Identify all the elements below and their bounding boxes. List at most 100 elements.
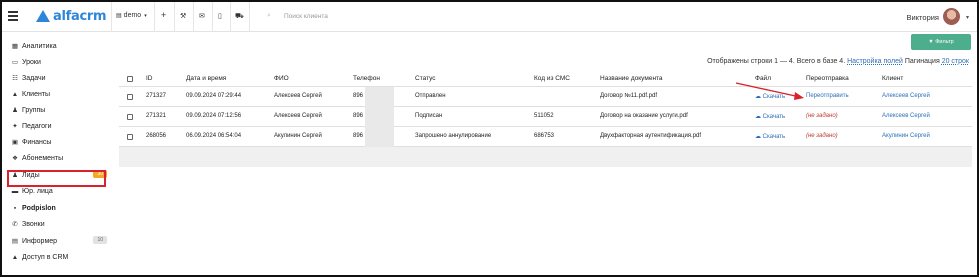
- chevron-down-icon: ▾: [144, 12, 147, 19]
- cell-datetime: 06.09.2024 06:54:04: [186, 133, 242, 139]
- select-all-checkbox[interactable]: [127, 76, 133, 82]
- sidebar-item-label: Звонки: [22, 220, 45, 228]
- sidebar-item-label: Задачи: [22, 74, 46, 82]
- sidebar-item-label: Юр. лица: [22, 187, 53, 195]
- highlight-box: [7, 170, 106, 187]
- mail-icon[interactable]: ✉: [199, 12, 205, 20]
- column-header[interactable]: Название документа: [600, 75, 663, 82]
- avatar[interactable]: [943, 8, 960, 25]
- column-header[interactable]: Статус: [415, 75, 436, 82]
- rows-info: Отображены строки 1 — 4. Всего в базе 4.: [707, 58, 846, 65]
- sidebar-item-label: Группы: [22, 106, 46, 114]
- row-checkbox[interactable]: [127, 114, 133, 120]
- column-header[interactable]: Клиент: [882, 75, 903, 82]
- branch-selector[interactable]: ▤ demo ▾: [116, 12, 147, 19]
- wrench-icon[interactable]: ⚒: [180, 12, 186, 20]
- finance-icon: ▣: [11, 139, 19, 146]
- logo-mark-icon: [35, 10, 50, 22]
- cell-sms: 511052: [534, 113, 554, 119]
- download-link[interactable]: ☁ Скачать: [755, 113, 785, 120]
- cell-sms: 686753: [534, 133, 555, 139]
- divider: [111, 2, 112, 32]
- client-link[interactable]: Алексеев Сергей: [882, 113, 930, 119]
- sidebar-item-label: Клиенты: [22, 90, 51, 98]
- user-name[interactable]: Виктория: [906, 13, 939, 22]
- cell-document: Двухфакторная аутентификация.pdf: [600, 133, 702, 139]
- phone-redaction: [365, 87, 394, 147]
- sidebar-item-label: Аналитика: [22, 42, 57, 50]
- table-row[interactable]: 271321 09.09.2024 07:12:56 Алексеев Серг…: [119, 107, 972, 127]
- sidebar-item-label: Уроки: [22, 58, 41, 66]
- sidebar-item[interactable]: ▤ Информер 10: [11, 234, 107, 248]
- cell-datetime: 09.09.2024 07:29:44: [186, 93, 242, 99]
- row-checkbox[interactable]: [127, 134, 133, 140]
- branch-icon: ▤: [116, 13, 122, 19]
- calls-icon: ✆: [12, 221, 18, 228]
- sidebar-item[interactable]: ❖ Абонементы: [11, 151, 107, 165]
- tasks-icon: ☷: [12, 75, 18, 82]
- sidebar-item[interactable]: ▪ Podpislon: [11, 201, 107, 215]
- sidebar-item[interactable]: ▦ Аналитика: [11, 39, 107, 53]
- columns-settings-link[interactable]: Настройка полей: [847, 58, 903, 65]
- resend-link[interactable]: Переотправить: [806, 93, 849, 99]
- pagination-select[interactable]: 20 строк: [942, 58, 969, 65]
- client-link[interactable]: Акулинин Сергей: [882, 133, 930, 139]
- search-icon: ⌕: [267, 12, 271, 19]
- phone-icon[interactable]: ▯: [218, 12, 222, 20]
- top-bar: alfacrm ▤ demo ▾ + ⚒ ✉ ▯ ⛟ ⌕ Поиск клиен…: [2, 2, 977, 32]
- sidebar-item[interactable]: ✦ Педагоги: [11, 119, 107, 133]
- cell-phone: 896: [353, 133, 364, 139]
- add-button[interactable]: +: [161, 10, 166, 20]
- divider: [154, 2, 155, 32]
- chevron-down-icon[interactable]: ▾: [966, 14, 969, 21]
- column-header[interactable]: Телефон: [353, 75, 380, 82]
- cell-id: 271327: [146, 93, 167, 99]
- column-header[interactable]: ID: [146, 75, 153, 82]
- pagination-label: Пагинация: [904, 58, 940, 65]
- divider: [212, 2, 213, 32]
- divider: [249, 2, 250, 32]
- logo[interactable]: alfacrm: [35, 8, 107, 24]
- sidebar-item[interactable]: ✆ Звонки: [11, 217, 107, 231]
- document-icon: ▪: [13, 204, 17, 212]
- sidebar-item[interactable]: ☷ Задачи: [11, 71, 107, 85]
- column-header[interactable]: Дата и время: [186, 75, 226, 82]
- sidebar-item[interactable]: ▲ Доступ в CRM: [11, 250, 107, 264]
- cell-phone: 896: [353, 113, 364, 119]
- row-checkbox[interactable]: [127, 94, 133, 100]
- sidebar-item[interactable]: ▭ Уроки: [11, 55, 107, 69]
- sidebar-item[interactable]: ♟ Группы: [11, 103, 107, 117]
- column-header[interactable]: Переотправка: [806, 75, 849, 82]
- download-link[interactable]: ☁ Скачать: [755, 93, 785, 100]
- cell-phone: 896: [353, 93, 364, 99]
- table-info: Отображены строки 1 — 4. Всего в базе 4.…: [707, 58, 969, 65]
- app-window: alfacrm ▤ demo ▾ + ⚒ ✉ ▯ ⛟ ⌕ Поиск клиен…: [0, 0, 979, 277]
- table-row[interactable]: 271327 09.09.2024 07:29:44 Алексеев Серг…: [119, 87, 972, 107]
- main-content: ▼ Фильтр Отображены строки 1 — 4. Всего …: [118, 33, 977, 275]
- lessons-icon: ▭: [11, 59, 19, 66]
- search-input[interactable]: Поиск клиента: [284, 13, 328, 20]
- sidebar: ▦ Аналитика ▭ Уроки ☷ Задачи ▲ Клиенты ♟ Группы ✦ П…: [2, 33, 117, 275]
- cell-id: 268056: [146, 133, 167, 139]
- sidebar-item[interactable]: ▲ Клиенты: [11, 87, 107, 101]
- informer-icon: ▤: [11, 238, 19, 245]
- sidebar-item-label: Финансы: [22, 138, 52, 146]
- table-header: ID Дата и время ФИО Телефон Статус Код и…: [119, 71, 972, 87]
- menu-icon[interactable]: [8, 11, 18, 21]
- cart-icon[interactable]: ⛟: [235, 12, 244, 21]
- legal-entities-icon: ▬: [11, 187, 19, 195]
- column-header[interactable]: Код из СМС: [534, 75, 570, 82]
- client-link[interactable]: Алексеев Сергей: [882, 93, 930, 99]
- sidebar-item-label: Абонементы: [22, 154, 64, 162]
- download-link[interactable]: ☁ Скачать: [755, 133, 785, 140]
- cell-datetime: 09.09.2024 07:12:56: [186, 113, 242, 119]
- table-row[interactable]: 268056 06.09.2024 06:54:04 Акулинин Серг…: [119, 127, 972, 147]
- cell-status: Запрошено аннулирование: [415, 133, 492, 139]
- column-header[interactable]: Файл: [755, 75, 771, 82]
- subscriptions-icon: ❖: [12, 155, 18, 162]
- count-badge: 10: [93, 236, 107, 244]
- column-header[interactable]: ФИО: [274, 75, 289, 82]
- filter-button[interactable]: ▼ Фильтр: [911, 34, 971, 50]
- cell-document: Договор на оказание услуги.pdf: [600, 113, 688, 119]
- sidebar-item[interactable]: ▣ Финансы: [11, 135, 107, 149]
